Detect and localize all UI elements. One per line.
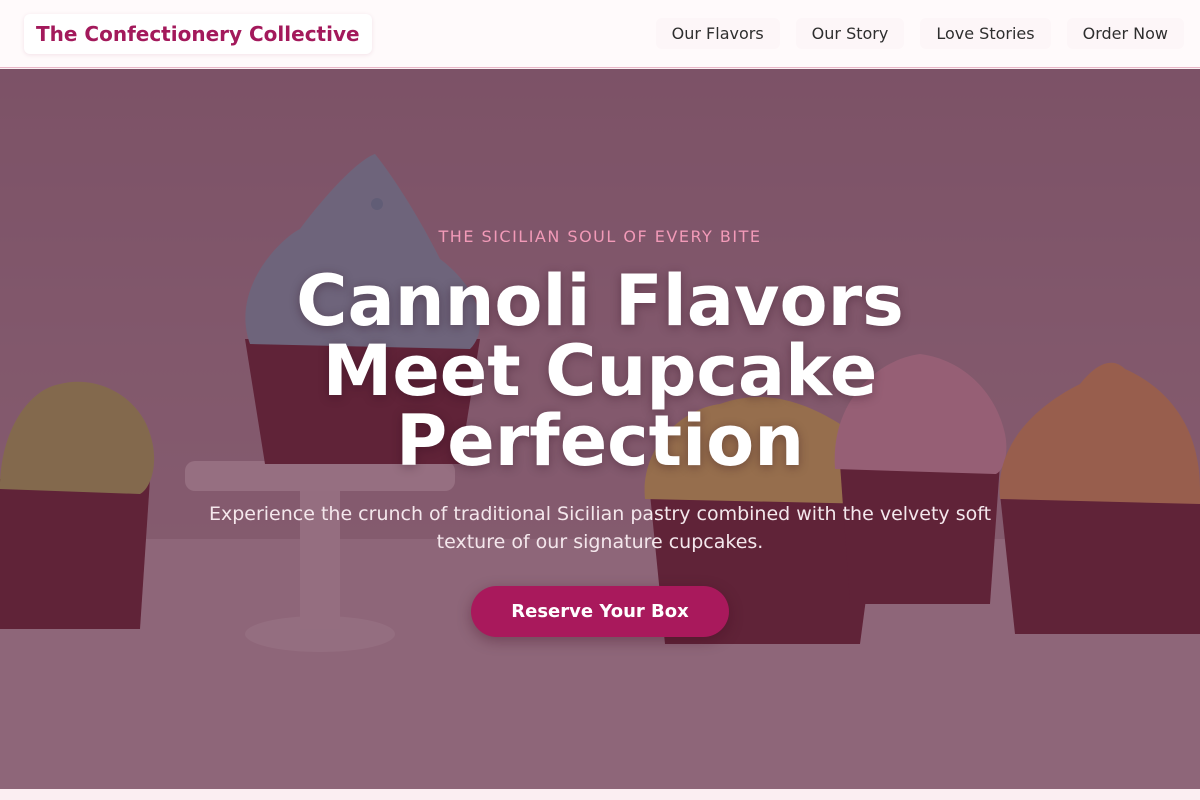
brand-logo[interactable]: The Confectionery Collective (24, 13, 372, 54)
hero-headline: Cannoli Flavors Meet Cupcake Perfection (296, 260, 904, 482)
nav-love-stories[interactable]: Love Stories (920, 18, 1051, 49)
hero-subheadline: Experience the crunch of traditional Sic… (208, 503, 992, 553)
nav-our-story[interactable]: Our Story (795, 18, 905, 49)
main-nav: Our Flavors Our Story Love Stories Order… (655, 18, 1184, 49)
next-section-edge (0, 789, 1200, 800)
nav-order-now[interactable]: Order Now (1066, 18, 1184, 49)
reserve-box-button[interactable]: Reserve Your Box (471, 586, 729, 637)
hero-content: THE SICILIAN SOUL OF EVERY BITE Cannoli … (0, 69, 1200, 789)
nav-our-flavors[interactable]: Our Flavors (655, 18, 780, 49)
hero-eyebrow: THE SICILIAN SOUL OF EVERY BITE (438, 227, 762, 246)
site-header: The Confectionery Collective Our Flavors… (0, 0, 1200, 68)
hero-section: THE SICILIAN SOUL OF EVERY BITE Cannoli … (0, 69, 1200, 789)
